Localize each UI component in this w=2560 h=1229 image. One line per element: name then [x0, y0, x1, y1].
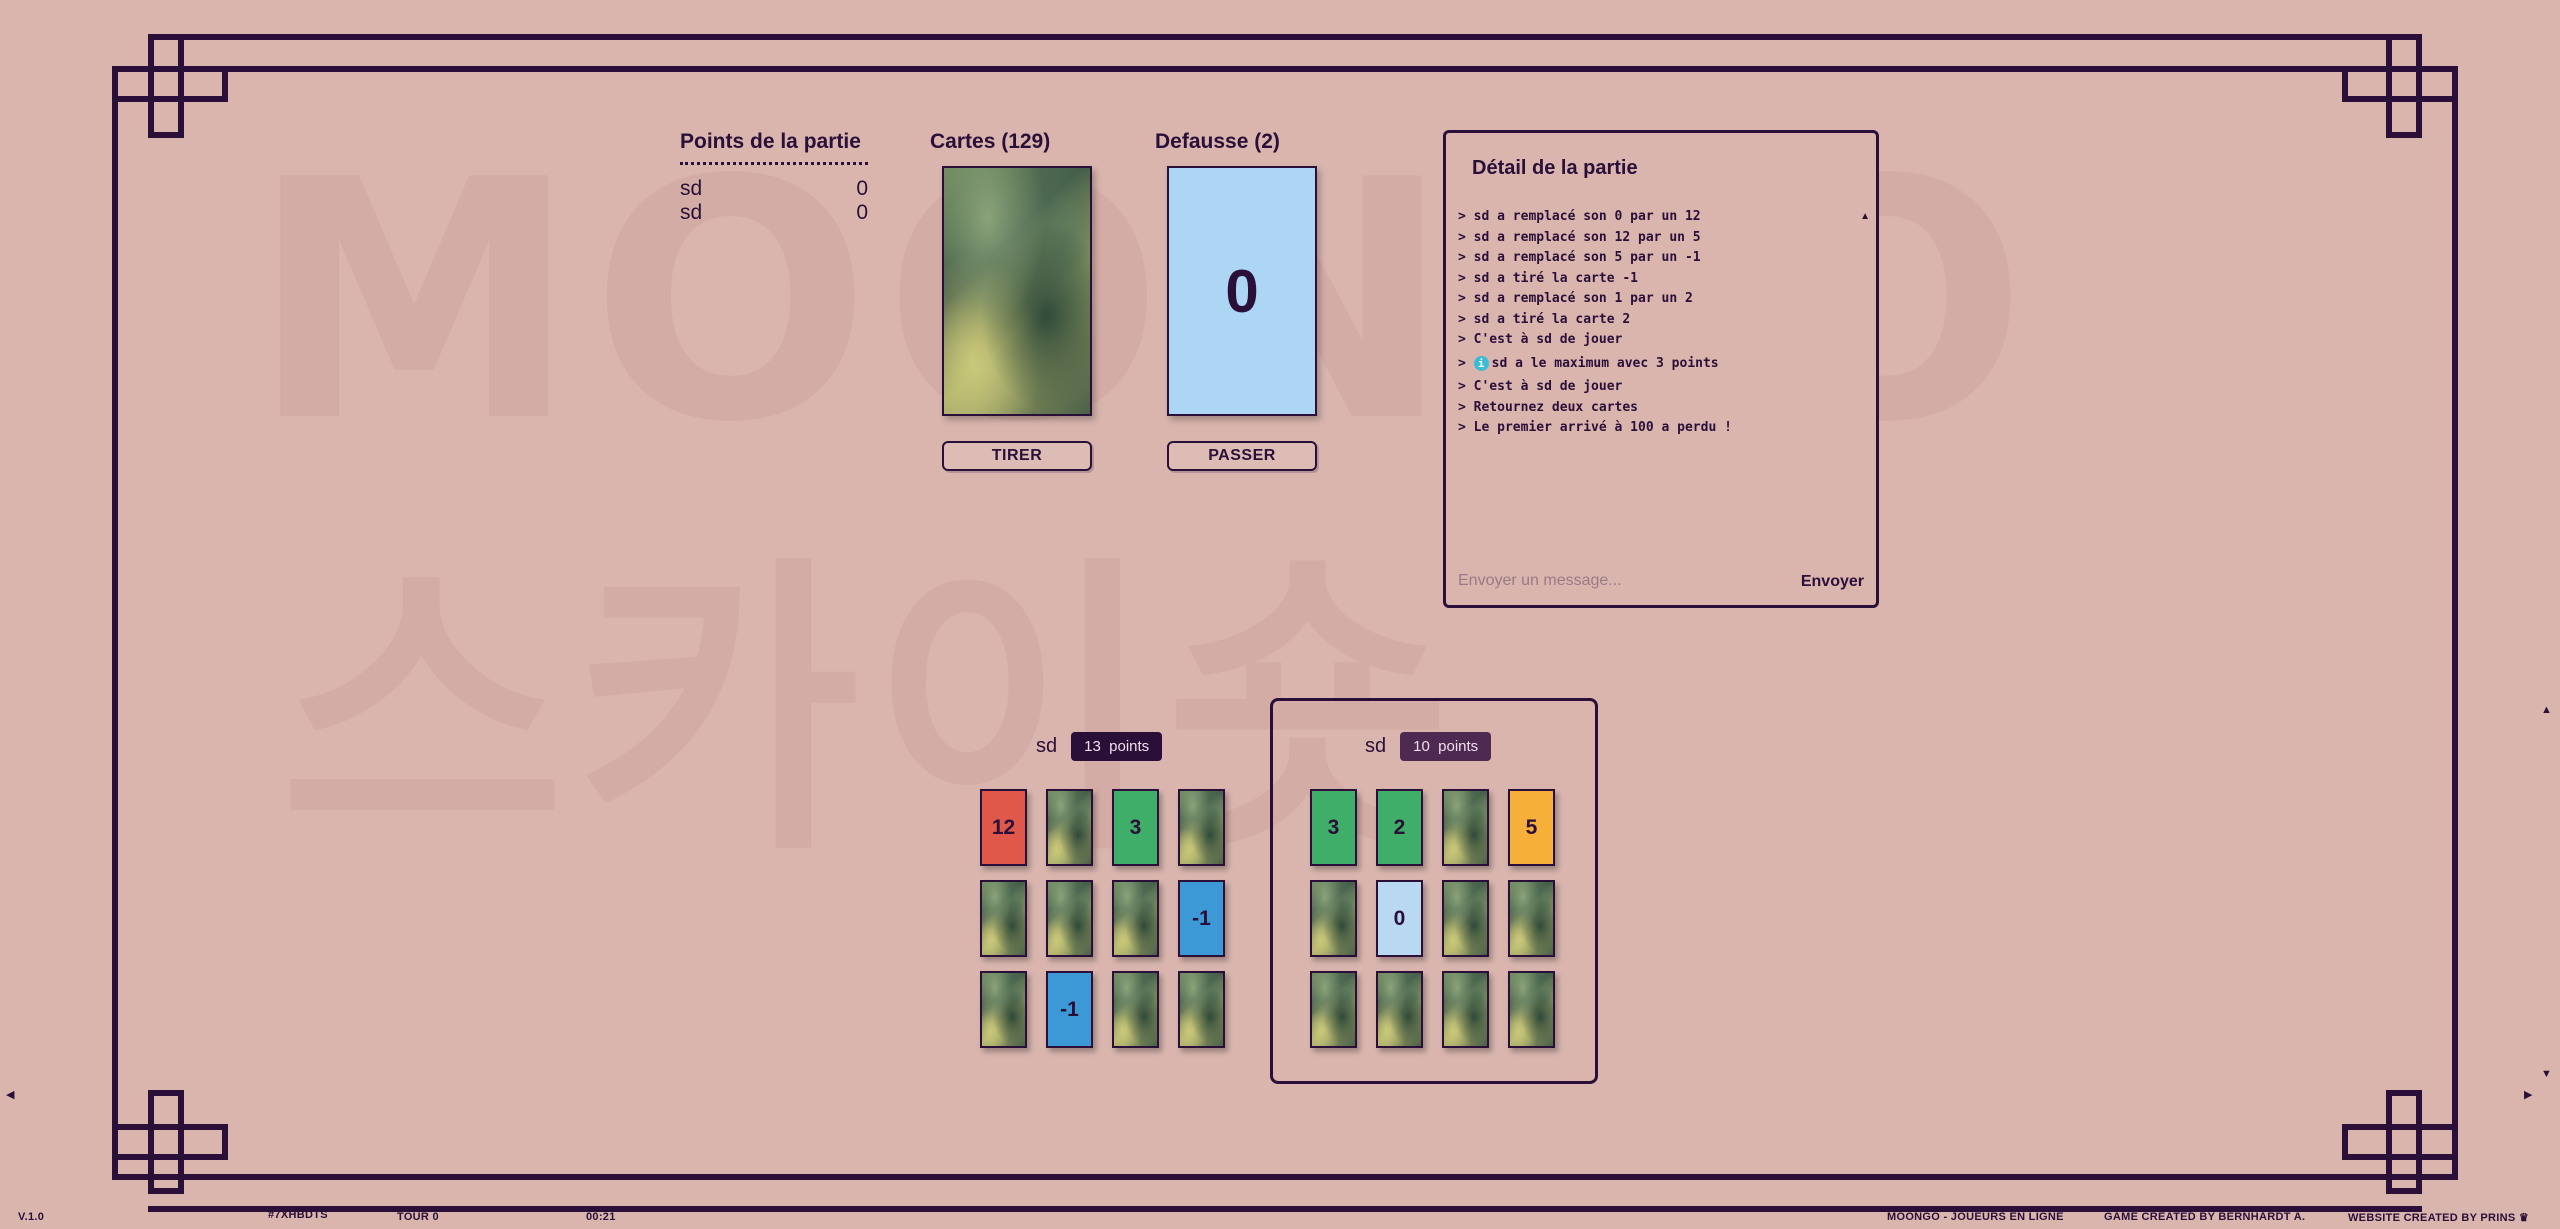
- player1-points-value: 13: [1084, 738, 1101, 755]
- game-code: #7XHBDTS: [268, 1209, 328, 1221]
- card-face-up[interactable]: -1: [1178, 880, 1225, 957]
- score-player-name: sd: [680, 201, 703, 224]
- card-face-down[interactable]: [1442, 789, 1489, 866]
- deck-title: Cartes (129): [930, 130, 1051, 153]
- card-face-down[interactable]: [1310, 880, 1357, 957]
- log-prefix: >: [1458, 355, 1466, 371]
- website-credit[interactable]: WEBSITE CREATED BY PRINS ♛: [2348, 1211, 2529, 1224]
- card-face-up[interactable]: 12: [980, 789, 1027, 866]
- log-line: > sd a remplacé son 0 par un 12: [1458, 209, 1701, 224]
- turn-label: TOUR 0: [397, 1211, 439, 1223]
- player2-points-badge: 10 points: [1400, 732, 1492, 761]
- draw-pile[interactable]: [942, 166, 1092, 416]
- score-player-value: 0: [856, 201, 868, 224]
- discard-title: Defausse (2): [1155, 130, 1280, 153]
- scroll-up-icon[interactable]: ▲: [1860, 211, 1870, 222]
- card-face-down[interactable]: [980, 971, 1027, 1048]
- player1-header: sd 13 points: [1036, 732, 1163, 761]
- player2-points-label: points: [1438, 738, 1479, 755]
- card-face-up[interactable]: 2: [1376, 789, 1423, 866]
- crown-icon: ♛: [2518, 1212, 2530, 1224]
- pass-button[interactable]: PASSER: [1167, 441, 1317, 471]
- score-table: sd 0 sd 0: [680, 162, 868, 225]
- log-line: > Retournez deux cartes: [1458, 399, 1639, 415]
- frame-corner-tl-2: [148, 34, 184, 138]
- log-line: > Le premier arrivé à 100 a perdu !: [1458, 420, 1732, 435]
- card-face-down[interactable]: [1442, 971, 1489, 1048]
- card-face-down[interactable]: [1178, 971, 1225, 1048]
- arrow-left-icon[interactable]: ◀: [6, 1088, 14, 1101]
- site-title: MOONGO - JOUEURS EN LIGNE: [1887, 1211, 2064, 1223]
- card-face-up[interactable]: 3: [1310, 789, 1357, 866]
- card-face-up[interactable]: 3: [1112, 789, 1159, 866]
- version-label: V.1.0: [18, 1211, 45, 1223]
- score-row: sd 0: [680, 177, 868, 201]
- player1-name: sd: [1036, 735, 1058, 757]
- timer-label: 00:21: [586, 1211, 616, 1223]
- info-icon: i: [1473, 355, 1489, 371]
- score-player-value: 0: [856, 177, 868, 200]
- score-panel-title: Points de la partie: [680, 130, 861, 153]
- player2-header: sd 10 points: [1365, 732, 1492, 761]
- log-line-info: > i sd a le maximum avec 3 points: [1458, 354, 1856, 375]
- log-line: > C'est à sd de jouer: [1458, 379, 1623, 394]
- card-face-down[interactable]: [1508, 971, 1555, 1048]
- score-player-name: sd: [680, 177, 703, 200]
- card-face-down[interactable]: [1442, 880, 1489, 957]
- log-line: > sd a remplacé son 12 par un 5: [1458, 229, 1701, 245]
- card-face-down[interactable]: [1046, 880, 1093, 957]
- arrow-right-icon[interactable]: ▶: [2524, 1088, 2532, 1101]
- card-face-up[interactable]: 5: [1508, 789, 1555, 866]
- game-log-lines: > sd a remplacé son 0 par un 12 > sd a r…: [1458, 207, 1856, 439]
- frame-corner-br-2: [2386, 1090, 2422, 1194]
- card-face-down[interactable]: [1178, 789, 1225, 866]
- card-face-down[interactable]: [1310, 971, 1357, 1048]
- send-message-button[interactable]: Envoyer: [1801, 573, 1864, 591]
- player1-points-badge: 13 points: [1071, 732, 1163, 761]
- log-info-text: sd a le maximum avec 3 points: [1491, 355, 1719, 371]
- card-face-down[interactable]: [1046, 789, 1093, 866]
- log-line: > sd a remplacé son 5 par un -1: [1458, 250, 1701, 265]
- card-face-up[interactable]: 0: [1376, 880, 1423, 957]
- card-face-down[interactable]: [1112, 971, 1159, 1048]
- website-credit-text: WEBSITE CREATED BY PRINS: [2348, 1212, 2516, 1224]
- log-line: > sd a tiré la carte -1: [1458, 270, 1639, 286]
- frame-corner-bl-2: [148, 1090, 184, 1194]
- player2-points-value: 10: [1413, 738, 1430, 755]
- card-face-down[interactable]: [980, 880, 1027, 957]
- arrow-down-icon[interactable]: ▼: [2541, 1068, 2552, 1080]
- discard-pile[interactable]: 0: [1167, 166, 1317, 416]
- card-face-down[interactable]: [1508, 880, 1555, 957]
- score-row: sd 0: [680, 201, 868, 225]
- card-face-down[interactable]: [1376, 971, 1423, 1048]
- game-log-panel: Détail de la partie ▲ > sd a remplacé so…: [1443, 130, 1879, 608]
- arrow-up-icon[interactable]: ▲: [2541, 704, 2552, 716]
- player2-name: sd: [1365, 735, 1387, 757]
- game-credit: GAME CREATED BY BERNHARDT A.: [2104, 1211, 2306, 1223]
- chat-message-input[interactable]: [1456, 567, 1760, 595]
- draw-button[interactable]: TIRER: [942, 441, 1092, 471]
- card-face-down[interactable]: [1112, 880, 1159, 957]
- log-line: > sd a tiré la carte 2: [1458, 311, 1631, 327]
- frame-corner-tr-2: [2386, 34, 2422, 138]
- game-log-title: Détail de la partie: [1472, 157, 1638, 179]
- player1-points-label: points: [1109, 738, 1150, 755]
- log-line: > sd a remplacé son 1 par un 2: [1458, 291, 1693, 306]
- card-face-up[interactable]: -1: [1046, 971, 1093, 1048]
- log-line: > C'est à sd de jouer: [1458, 332, 1623, 347]
